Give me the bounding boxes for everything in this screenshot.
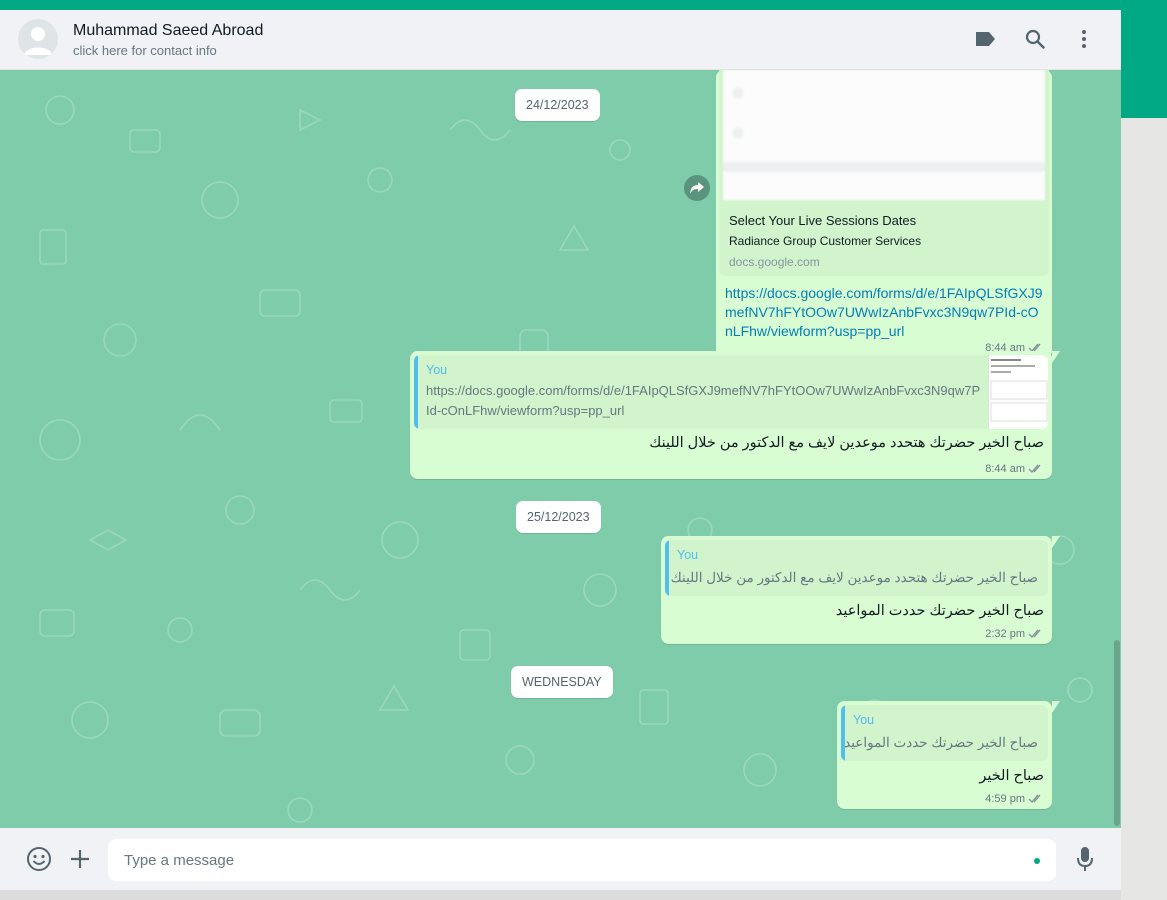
date-divider: WEDNESDAY — [511, 666, 613, 698]
chat-header[interactable]: Muhammad Saeed Abroad click here for con… — [0, 10, 1121, 70]
message-time: 2:32 pm — [985, 628, 1025, 640]
quoted-message[interactable]: You صباح الخير حضرتك حددت المواعيد — [841, 705, 1048, 761]
link-preview-card[interactable]: Select Your Live Sessions Dates Radiance… — [719, 70, 1049, 276]
bubble-tail — [1052, 536, 1060, 548]
message-bubble[interactable]: You صباح الخير حضرتك حددت المواعيد صباح … — [837, 701, 1060, 809]
search-icon[interactable] — [1022, 26, 1048, 52]
message-bubble-link-preview[interactable]: Select Your Live Sessions Dates Radiance… — [716, 70, 1052, 358]
message-text: صباح الخير حضرتك هتحدد موعدين لايف مع ال… — [649, 435, 1044, 451]
link-preview-image — [723, 70, 1045, 200]
contact-info-hint[interactable]: click here for contact info — [73, 43, 217, 58]
message-bubble[interactable]: You صباح الخير حضرتك هتحدد موعدين لايف م… — [661, 536, 1060, 644]
bubble-tail — [1052, 351, 1060, 363]
bubble-tail — [1052, 701, 1060, 713]
quoted-message[interactable]: You https://docs.google.com/forms/d/e/1F… — [414, 355, 1048, 429]
chat-window: Muhammad Saeed Abroad click here for con… — [0, 10, 1121, 890]
attach-plus-icon[interactable] — [67, 846, 93, 872]
quote-author: You — [853, 713, 875, 727]
quote-thumbnail — [988, 355, 1048, 429]
forward-icon[interactable] — [684, 175, 710, 201]
label-icon[interactable] — [972, 26, 998, 52]
side-accent-bar — [1121, 10, 1167, 118]
avatar[interactable] — [18, 19, 58, 59]
microphone-icon[interactable] — [1072, 846, 1098, 872]
link-preview-domain: docs.google.com — [729, 255, 820, 269]
message-input[interactable] — [124, 839, 1004, 881]
double-check-icon — [1028, 629, 1041, 639]
date-divider: 25/12/2023 — [516, 501, 601, 533]
quoted-message[interactable]: You صباح الخير حضرتك هتحدد موعدين لايف م… — [665, 540, 1048, 596]
message-meta: 4:59 pm — [985, 793, 1044, 805]
composer-bar — [0, 828, 1121, 890]
link-preview-description: Radiance Group Customer Services — [729, 234, 922, 248]
message-link[interactable]: https://docs.google.com/forms/d/e/1FAIpQ… — [725, 284, 1045, 341]
quote-author: You — [426, 363, 448, 377]
quote-author: You — [677, 548, 699, 562]
quote-text: صباح الخير حضرتك حددت المواعيد — [844, 735, 1038, 750]
quote-text: https://docs.google.com/forms/d/e/1FAIpQ… — [426, 383, 981, 418]
status-dot — [1034, 858, 1040, 864]
emoji-icon[interactable] — [26, 846, 52, 872]
double-check-icon — [1028, 464, 1041, 474]
chat-scrollbar[interactable] — [1114, 640, 1120, 826]
quote-accent-bar — [414, 355, 418, 429]
contact-name[interactable]: Muhammad Saeed Abroad — [73, 22, 263, 40]
message-bubble[interactable]: You https://docs.google.com/forms/d/e/1F… — [410, 351, 1060, 479]
date-divider: 24/12/2023 — [515, 89, 600, 121]
message-time: 4:59 pm — [985, 793, 1025, 805]
link-preview-title: Select Your Live Sessions Dates — [729, 213, 917, 228]
message-meta: 8:44 am — [985, 463, 1044, 475]
message-text: صباح الخير حضرتك حددت المواعيد — [835, 603, 1044, 619]
message-input-container[interactable] — [108, 839, 1056, 881]
double-check-icon — [1028, 794, 1041, 804]
message-text: صباح الخير — [979, 768, 1044, 784]
top-accent-bar — [0, 0, 1167, 10]
menu-icon[interactable] — [1071, 26, 1097, 52]
conversation-panel[interactable]: 24/12/2023 Select Your Live Sessions Dat… — [0, 70, 1121, 828]
message-meta: 2:32 pm — [985, 628, 1044, 640]
quote-text: صباح الخير حضرتك هتحدد موعدين لايف مع ال… — [670, 570, 1038, 585]
message-time: 8:44 am — [985, 463, 1025, 475]
side-panel-background — [1121, 118, 1167, 900]
quote-accent-bar — [665, 540, 669, 596]
